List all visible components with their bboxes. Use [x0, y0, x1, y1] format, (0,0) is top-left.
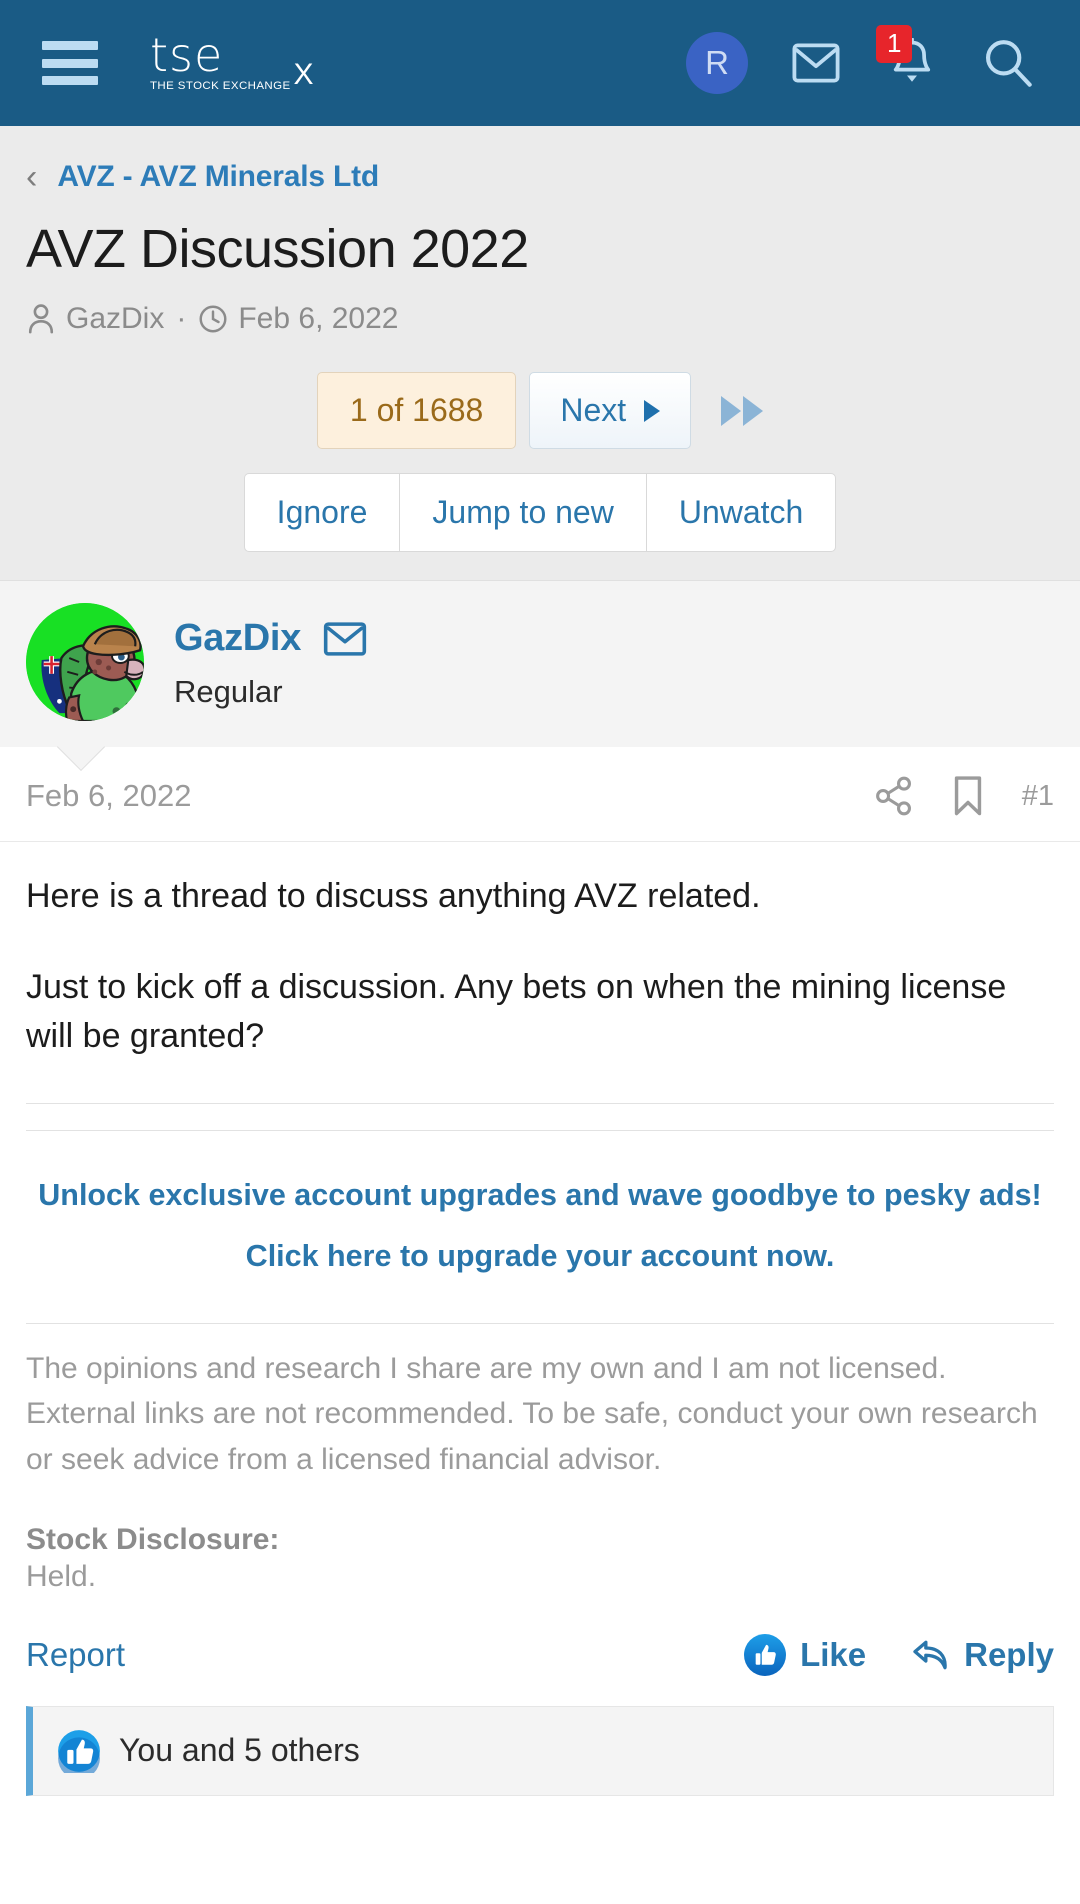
page-title: AVZ Discussion 2022 — [26, 219, 529, 279]
post-paragraph: Here is a thread to discuss anything AVZ… — [26, 877, 761, 915]
breadcrumb[interactable]: ‹ AVZ - AVZ Minerals Ltd — [0, 126, 1080, 194]
person-icon — [26, 303, 56, 335]
thread-action-buttons: Ignore Jump to new Unwatch — [0, 473, 1080, 552]
breadcrumb-link[interactable]: AVZ - AVZ Minerals Ltd — [57, 160, 379, 194]
thread-header: ‹ AVZ - AVZ Minerals Ltd AVZ Discussion … — [0, 126, 1080, 580]
search-icon[interactable] — [980, 35, 1036, 91]
post-container: Feb 6, 2022 #1 Here is a thread to discu… — [0, 747, 1080, 1796]
post-header-row: Feb 6, 2022 #1 — [0, 747, 1080, 842]
thumbs-up-icon — [57, 1729, 101, 1773]
post-author-info: GazDix Regular — [174, 603, 367, 710]
reply-button[interactable]: Reply — [910, 1636, 1054, 1674]
like-button[interactable]: Like — [744, 1633, 867, 1676]
like-label: Like — [800, 1635, 867, 1673]
thread-date: Feb 6, 2022 — [238, 302, 399, 335]
avatar[interactable] — [26, 603, 144, 721]
stock-disclosure-label: Stock Disclosure: — [26, 1522, 280, 1556]
likes-bar[interactable]: You and 5 others — [26, 1705, 1054, 1796]
post-author-rank: Regular — [174, 674, 283, 709]
logo-x-mark: X — [293, 57, 314, 91]
stock-disclosure-value: Held. — [26, 1559, 97, 1593]
post-paragraph: Just to kick off a discussion. Any bets … — [26, 967, 1007, 1055]
chevron-left-icon[interactable]: ‹ — [26, 160, 37, 194]
reply-arrow-icon — [910, 1638, 950, 1672]
logo-tagline: THE STOCK EXCHANGE — [150, 79, 291, 92]
site-logo[interactable]: tse THE STOCK EXCHANGE X — [150, 27, 314, 92]
post-author-strip: GazDix Regular — [0, 580, 1080, 772]
notification-badge: 1 — [876, 25, 913, 63]
share-icon[interactable] — [874, 776, 914, 816]
post-author-name[interactable]: GazDix — [174, 617, 301, 660]
next-page-label: Next — [560, 392, 627, 428]
post-date: Feb 6, 2022 — [26, 778, 192, 813]
nav-actions: R 1 — [686, 25, 1036, 94]
report-button[interactable]: Report — [26, 1636, 125, 1674]
post-number: #1 — [1021, 779, 1054, 812]
thread-author: GazDix — [66, 302, 165, 335]
likes-text: You and 5 others — [119, 1732, 360, 1769]
clock-icon — [198, 304, 228, 334]
logo-text: tse — [150, 27, 224, 82]
top-navigation-bar: tse THE STOCK EXCHANGE X R 1 — [0, 0, 1080, 126]
envelope-icon[interactable] — [323, 621, 367, 656]
jump-to-new-button[interactable]: Jump to new — [399, 473, 646, 552]
envelope-icon[interactable] — [788, 35, 844, 91]
divider — [26, 1102, 1054, 1104]
meta-separator: · — [176, 302, 187, 335]
likes-section: You and 5 others — [0, 1705, 1080, 1796]
bookmark-icon[interactable] — [950, 775, 986, 817]
triangle-right-icon — [644, 399, 661, 422]
reply-label: Reply — [964, 1635, 1054, 1673]
ignore-button[interactable]: Ignore — [243, 473, 400, 552]
post-actions: Report Like Reply — [0, 1594, 1080, 1706]
fast-forward-icon[interactable] — [721, 395, 764, 426]
post-body: Here is a thread to discuss anything AVZ… — [0, 842, 1080, 1594]
thumbs-up-icon — [744, 1633, 787, 1676]
page-count-badge[interactable]: 1 of 1688 — [316, 372, 517, 449]
unwatch-button[interactable]: Unwatch — [645, 473, 837, 552]
post-disclaimer: The opinions and research I share are my… — [26, 1322, 1054, 1483]
bell-icon[interactable]: 1 — [876, 25, 940, 91]
pagination-controls: 1 of 1688 Next — [0, 372, 1080, 449]
upgrade-promo-link[interactable]: Unlock exclusive account upgrades and wa… — [26, 1131, 1054, 1323]
user-avatar[interactable]: R — [686, 32, 748, 94]
hamburger-menu-icon[interactable] — [42, 41, 98, 85]
thread-meta: GazDix · Feb 6, 2022 — [0, 280, 1080, 336]
next-page-button[interactable]: Next — [529, 372, 692, 449]
